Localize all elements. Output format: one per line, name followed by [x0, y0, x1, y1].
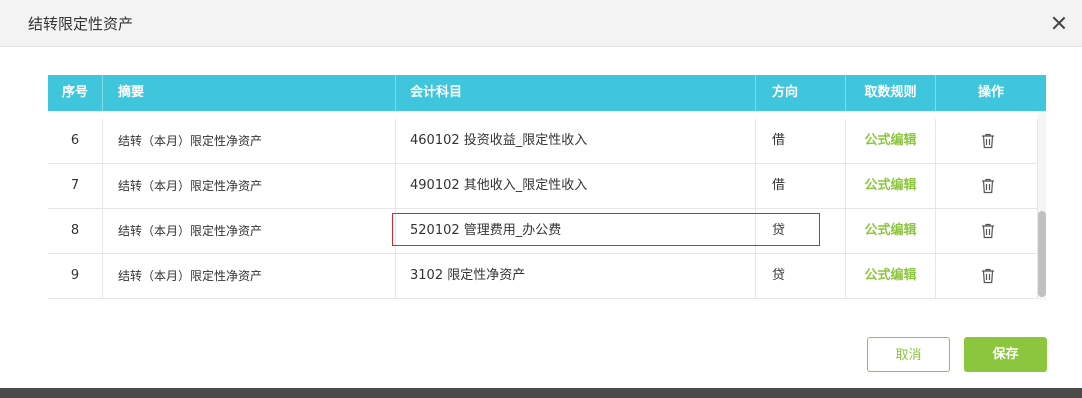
op-cell [936, 209, 1038, 253]
op-cell [936, 254, 1038, 298]
row-summary[interactable]: 结转（本月）限定性净资产 [103, 254, 396, 298]
row-summary[interactable]: 结转（本月）限定性净资产 [103, 164, 396, 208]
op-cell [936, 119, 1038, 163]
row-summary[interactable]: 结转（本月）限定性净资产 [103, 119, 396, 163]
trash-icon[interactable] [981, 268, 995, 284]
row-no: 6 [48, 119, 103, 163]
header-rule: 取数规则 [846, 75, 936, 111]
header-summary: 摘要 [103, 75, 396, 111]
row-direction[interactable]: 借 [756, 119, 846, 163]
trash-icon[interactable] [981, 178, 995, 194]
formula-edit-label[interactable]: 公式编辑 [864, 178, 916, 193]
table-row[interactable]: 9 结转（本月）限定性净资产 3102 限定性净资产 贷 公式编辑 [48, 254, 1038, 299]
formula-edit-label[interactable]: 公式编辑 [864, 133, 916, 148]
formula-edit-link[interactable]: 公式编辑 [846, 164, 936, 208]
table-row[interactable]: 8 结转（本月）限定性净资产 520102 管理费用_办公费 贷 公式编辑 [48, 209, 1038, 254]
row-no: 9 [48, 254, 103, 298]
formula-edit-link[interactable]: 公式编辑 [846, 209, 936, 253]
save-button[interactable]: 保存 [964, 337, 1047, 372]
row-direction[interactable]: 借 [756, 164, 846, 208]
row-account[interactable]: 490102 其他收入_限定性收入 [396, 164, 756, 208]
formula-edit-link[interactable]: 公式编辑 [846, 119, 936, 163]
header-direction: 方向 [756, 75, 846, 111]
close-icon[interactable] [1052, 16, 1066, 30]
row-no: 7 [48, 164, 103, 208]
table-row[interactable]: 7 结转（本月）限定性净资产 490102 其他收入_限定性收入 借 公式编辑 [48, 164, 1038, 209]
row-account[interactable]: 520102 管理费用_办公费 [396, 209, 756, 253]
formula-edit-label[interactable]: 公式编辑 [864, 223, 916, 238]
row-account[interactable]: 460102 投资收益_限定性收入 [396, 119, 756, 163]
row-direction[interactable]: 贷 [756, 209, 846, 253]
row-summary[interactable]: 结转（本月）限定性净资产 [103, 209, 396, 253]
table-header: 序号 摘要 会计科目 方向 取数规则 操作 [48, 75, 1046, 111]
trash-icon[interactable] [981, 223, 995, 239]
entries-table: 序号 摘要 会计科目 方向 取数规则 操作 6 结转（本月）限定性净资产 460… [48, 75, 1046, 300]
dialog-title: 结转限定性资产 [28, 15, 134, 33]
formula-edit-link[interactable]: 公式编辑 [846, 254, 936, 298]
header-account: 会计科目 [396, 75, 756, 111]
dialog-header: 结转限定性资产 [0, 0, 1082, 47]
header-op: 操作 [977, 85, 1004, 100]
row-account[interactable]: 3102 限定性净资产 [396, 254, 756, 298]
table-row[interactable]: 6 结转（本月）限定性净资产 460102 投资收益_限定性收入 借 公式编辑 [48, 119, 1038, 164]
header-no: 序号 [48, 75, 103, 111]
row-no: 8 [48, 209, 103, 253]
op-cell [936, 164, 1038, 208]
trash-icon[interactable] [981, 133, 995, 149]
scrollbar-thumb[interactable] [1038, 211, 1046, 297]
dialog: 结转限定性资产 序号 摘要 会计科目 方向 取数规则 操作 6 结转（本月）限定… [0, 0, 1082, 388]
cancel-button[interactable]: 取消 [867, 337, 950, 372]
formula-edit-label[interactable]: 公式编辑 [864, 268, 916, 283]
row-direction[interactable]: 贷 [756, 254, 846, 298]
